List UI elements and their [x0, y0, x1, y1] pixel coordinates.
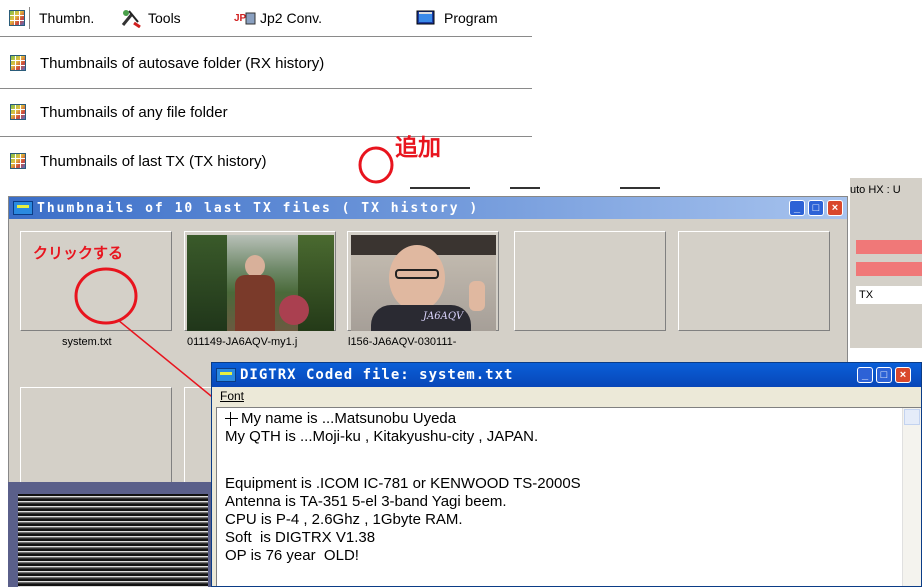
text-line: OP is 76 year OLD! [225, 547, 359, 564]
close-icon[interactable]: × [895, 367, 911, 383]
tools-icon [121, 10, 141, 28]
maximize-icon[interactable]: □ [808, 200, 824, 216]
tx-field[interactable]: TX [856, 286, 922, 304]
program-icon [416, 10, 435, 25]
toolbar-program-label: Program [444, 10, 498, 26]
thumbnails-window-titlebar[interactable]: Thumbnails of 10 last TX files ( TX hist… [9, 197, 847, 219]
text-cursor-marker [225, 412, 239, 426]
svg-text:JP: JP [234, 13, 247, 24]
toolbar-separator [29, 7, 33, 29]
coded-file-text-area[interactable]: My name is ...Matsunobu Uyeda My QTH is … [216, 407, 921, 586]
grid-icon [10, 104, 26, 120]
digtrx-window-title: DIGTRX Coded file: system.txt [240, 367, 514, 383]
menu-item-label: Thumbnails of last TX (TX history) [40, 152, 267, 170]
menu-item-label: Thumbnails of autosave folder (RX histor… [40, 54, 325, 72]
text-line: My QTH is ...Moji-ku , Kitakyushu-city ,… [225, 428, 539, 445]
minimize-icon[interactable]: _ [857, 367, 873, 383]
toolbar-tools-button[interactable]: Tools [120, 8, 181, 28]
text-line: CPU is P-4 , 2.6Ghz , 1Gbyte RAM. [225, 511, 463, 528]
grid-icon [9, 10, 25, 26]
thumbnail-label: l156-JA6AQV-030111- [348, 336, 457, 348]
maximize-icon[interactable]: □ [876, 367, 892, 383]
digtrx-titlebar[interactable]: DIGTRX Coded file: system.txt _ □ × [212, 363, 921, 387]
app-icon [13, 201, 33, 215]
menu-font[interactable]: Font [220, 389, 244, 403]
text-line: Antenna is TA-351 5-el 3-band Yagi beem. [225, 493, 507, 510]
text-line: My name is ...Matsunobu Uyeda [241, 410, 457, 427]
grid-icon [10, 55, 26, 71]
digtrx-menubar: Font [212, 387, 921, 405]
background-clipped-strip [400, 184, 850, 196]
toolbar-jp2-label: Jp2 Conv. [260, 10, 322, 26]
thumbnail-tile[interactable] [678, 231, 830, 331]
grid-icon [10, 153, 26, 169]
background-app-status: uto HX : U [850, 184, 901, 196]
menu-item-last-tx[interactable]: Thumbnails of last TX (TX history) [10, 150, 266, 172]
menu-item-any-folder[interactable]: Thumbnails of any file folder [10, 101, 228, 123]
background-app-panel: uto HX : U TX [850, 178, 922, 348]
vertical-scrollbar[interactable] [902, 408, 921, 586]
menu-divider [0, 36, 532, 37]
toolbar-tools-label: Tools [148, 10, 181, 26]
thumbnail-photo-2-caption: JA6AQV [423, 311, 464, 322]
annotation-circle [358, 146, 394, 184]
thumbnails-window-title: Thumbnails of 10 last TX files ( TX hist… [37, 200, 480, 216]
toolbar-program-button[interactable]: Program [416, 8, 498, 28]
toolbar-jp2-button[interactable]: JP Jp2 Conv. [234, 8, 322, 28]
scroll-up-icon[interactable] [904, 409, 920, 425]
menu-item-label: Thumbnails of any file folder [40, 103, 228, 121]
toolbar-grid-button[interactable] [9, 8, 25, 28]
status-bar-red [856, 240, 922, 254]
jp2-icon: JP [234, 12, 256, 25]
close-icon[interactable]: × [827, 200, 843, 216]
thumbnail-tile[interactable] [514, 231, 666, 331]
menu-item-autosave[interactable]: Thumbnails of autosave folder (RX histor… [10, 52, 324, 74]
menu-divider [0, 136, 532, 137]
thumbnail-photo-2[interactable]: JA6AQV [351, 235, 496, 331]
status-bar-red [856, 262, 922, 276]
menu-divider [0, 88, 532, 89]
waterfall-image [18, 494, 208, 587]
text-line: Equipment is .ICOM IC-781 or KENWOOD TS-… [225, 475, 581, 492]
toolbar-thumbn-button[interactable]: Thumbn. [39, 8, 94, 28]
app-icon [216, 368, 236, 382]
main-toolbar: Thumbn. Tools JP Jp2 Conv. Program [0, 0, 532, 36]
digtrx-window: DIGTRX Coded file: system.txt _ □ × Font… [211, 362, 922, 587]
annotation-added-text: 追加 [395, 135, 441, 161]
minimize-icon[interactable]: _ [789, 200, 805, 216]
toolbar-thumbn-label: Thumbn. [39, 10, 95, 26]
text-line: Soft is DIGTRX V1.38 [225, 529, 376, 546]
